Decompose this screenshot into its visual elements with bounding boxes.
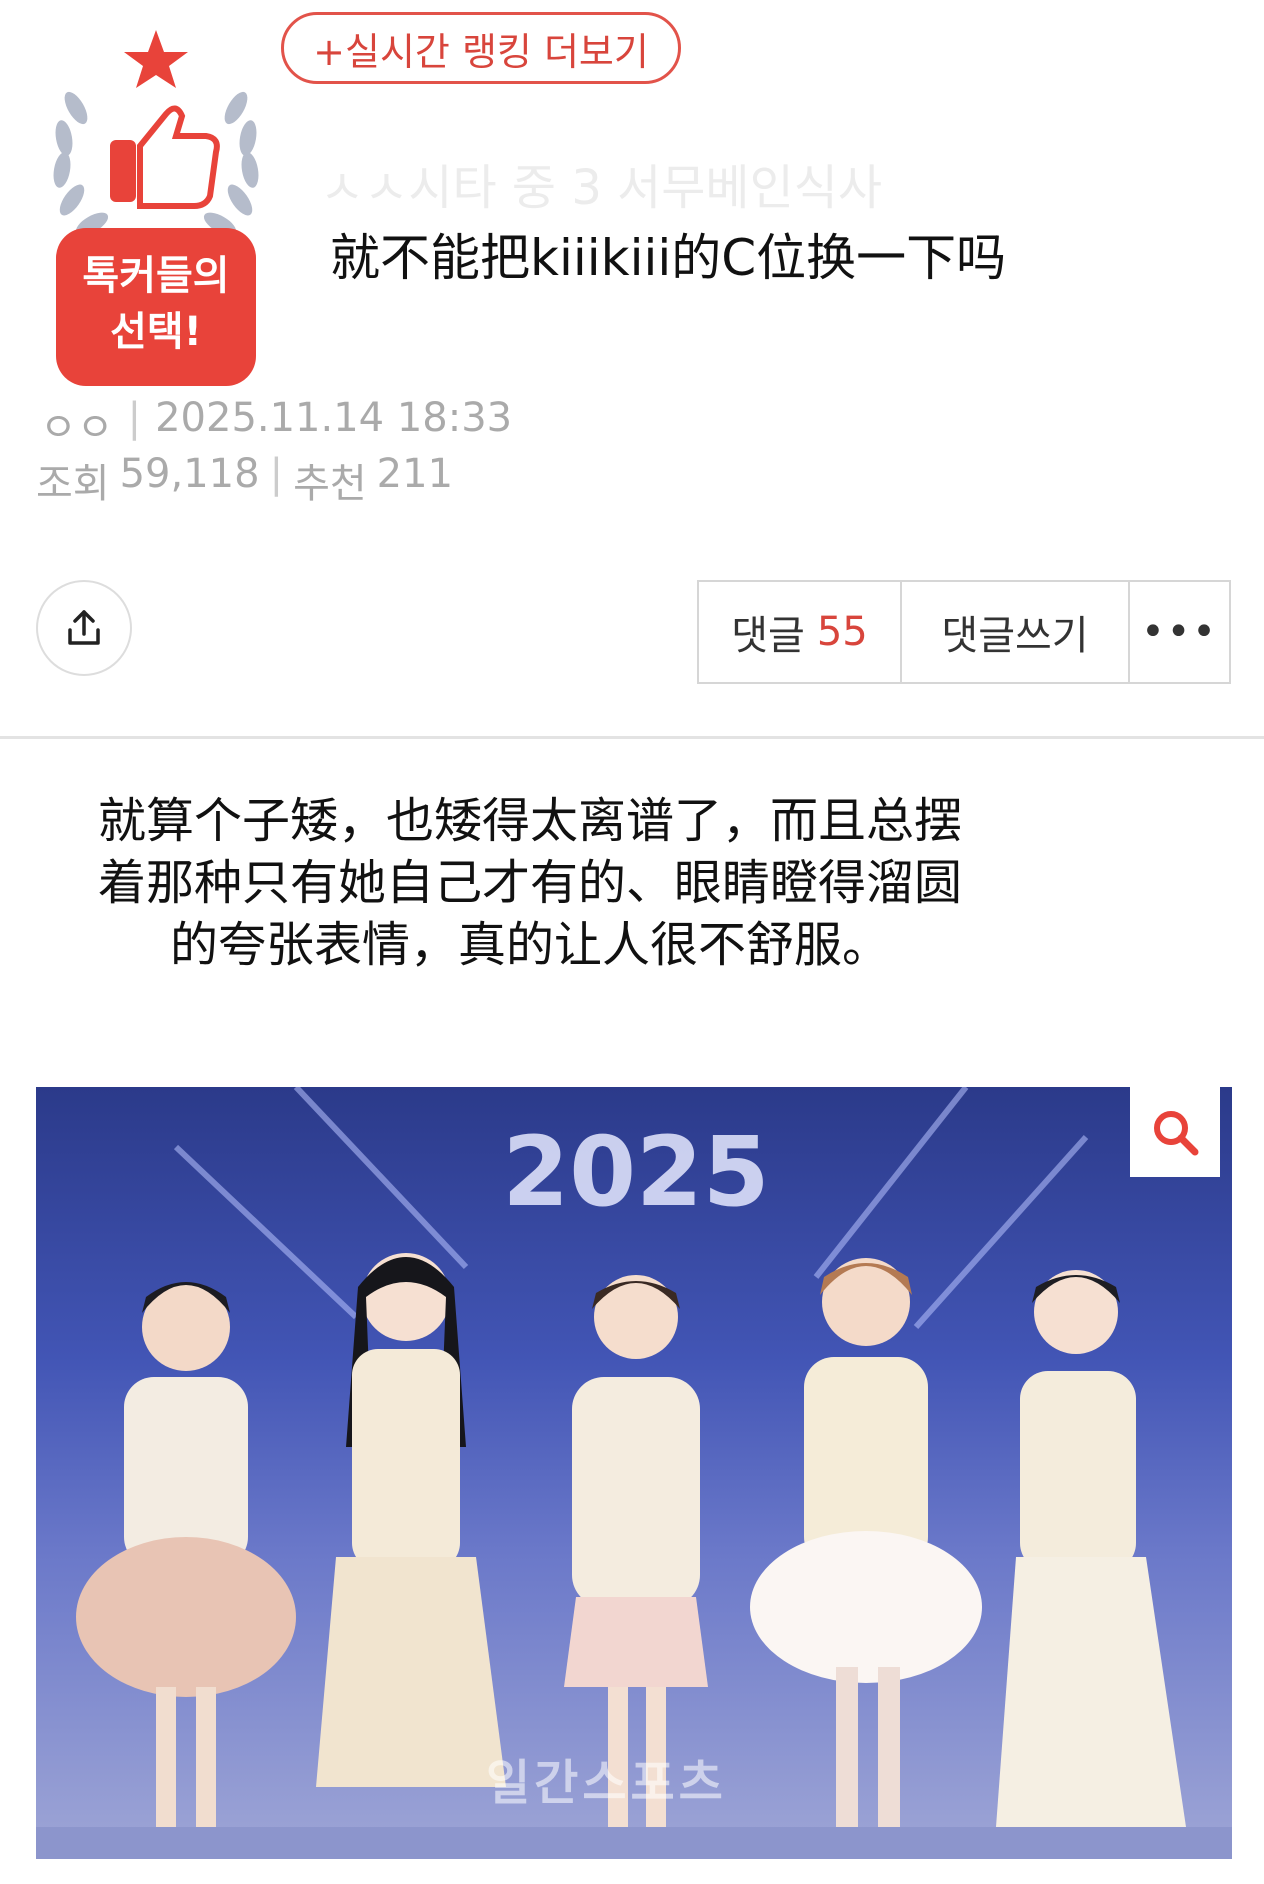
share-icon	[68, 610, 100, 645]
post-datetime: 2025.11.14 18:33	[155, 395, 513, 441]
comments-count: 55	[816, 609, 868, 655]
badge-line2: 선택!	[110, 309, 202, 355]
meta-divider: |	[269, 451, 284, 497]
write-comment-label: 댓글쓰기	[941, 613, 1089, 659]
meta-divider: |	[127, 395, 142, 441]
badge-line1: 톡커들의	[82, 253, 230, 299]
body-line-1: 就算个子矮，也矮得太离谱了，而且总摆	[97, 793, 962, 849]
body-line-3: 的夸张表情，真的让人很不舒服。	[169, 917, 890, 973]
post-body-text: 就算个子矮，也矮得太离谱了，而且总摆 着那种只有她自己才有的、眼睛瞪得溜圆 的夸…	[60, 790, 1000, 976]
share-button[interactable]	[36, 580, 132, 676]
comments-button[interactable]: 댓글 55	[699, 582, 902, 682]
more-options-button[interactable]: •••	[1130, 582, 1229, 682]
more-icon: •••	[1141, 609, 1218, 655]
recommend-count: 211	[376, 451, 454, 497]
ranking-link-label: +실시간 랭킹 더보기	[313, 29, 649, 74]
comment-actions: 댓글 55 댓글쓰기 •••	[697, 580, 1231, 684]
views-count: 59,118	[119, 451, 260, 497]
badge-label-box: 톡커들의 선택!	[56, 228, 256, 386]
post-title: 就不能把kiiikiii的C位换一下吗	[330, 229, 1007, 287]
recommend-label: 추천	[293, 461, 367, 507]
section-divider	[0, 736, 1264, 739]
search-icon	[1154, 1111, 1199, 1156]
body-line-2: 着那种只有她自己才有的、眼睛瞪得溜圆	[97, 855, 962, 911]
post-meta-author-date: ㅇㅇ | 2025.11.14 18:33	[40, 395, 512, 453]
realtime-ranking-link[interactable]: +실시간 랭킹 더보기	[281, 12, 681, 84]
photo-watermark: 일간스포츠	[486, 1755, 727, 1811]
write-comment-button[interactable]: 댓글쓰기	[902, 582, 1130, 682]
talkers-choice-badge: 톡커들의 선택!	[36, 28, 276, 386]
post-meta-stats: 조회 59,118 | 추천 211	[36, 451, 453, 509]
zoom-button[interactable]	[1130, 1087, 1220, 1177]
post-photo[interactable]: 2025 일간스포츠	[36, 1087, 1232, 1859]
ghost-original-title: ㅅㅅ시타 중 3 서무베인식사	[320, 160, 883, 216]
comments-label: 댓글	[731, 613, 805, 659]
backdrop-year: 2025	[502, 1116, 769, 1228]
views-label: 조회	[36, 461, 110, 507]
author-name[interactable]: ㅇㅇ	[40, 395, 114, 453]
laurel-thumbs-up-icon	[53, 30, 259, 236]
